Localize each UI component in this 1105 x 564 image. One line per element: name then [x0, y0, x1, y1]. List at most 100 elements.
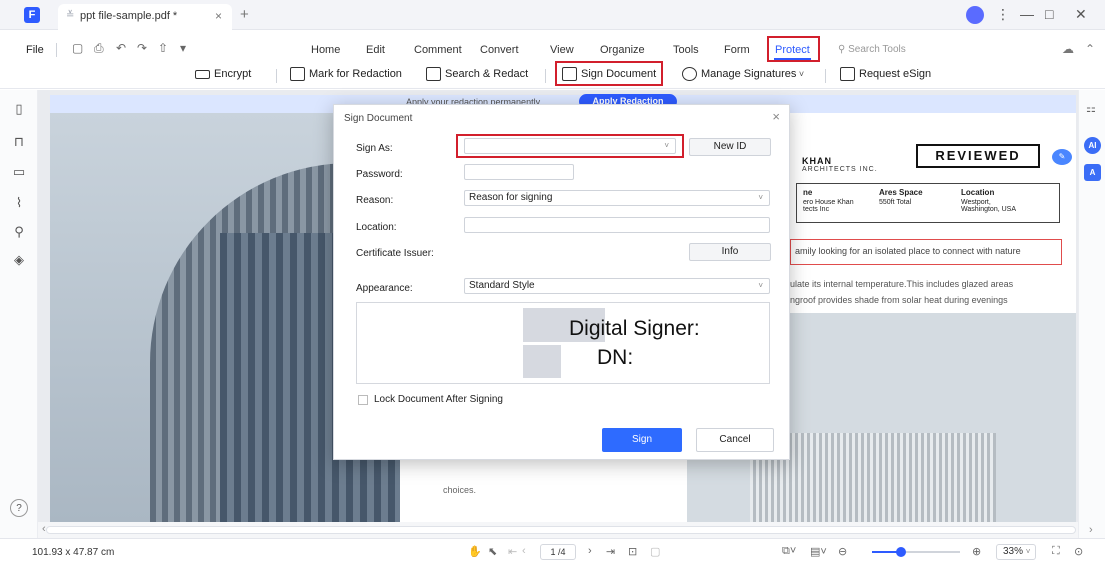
document-tab[interactable]: ≚ ppt file-sample.pdf * ×: [58, 4, 232, 30]
layers-icon[interactable]: ◈: [10, 251, 28, 269]
next-page-icon[interactable]: ›: [588, 545, 592, 557]
attachment-icon[interactable]: ⌇: [10, 194, 28, 212]
search-icon[interactable]: ⚲: [10, 223, 28, 241]
first-page-icon[interactable]: ⇤: [508, 545, 517, 558]
help-icon[interactable]: ?: [10, 499, 28, 517]
file-menu[interactable]: File: [26, 44, 44, 56]
print-icon[interactable]: ⎙: [94, 41, 104, 56]
mark-for-redaction-button[interactable]: Mark for Redaction: [290, 63, 402, 87]
info-col-area: Ares Space 550ft Total: [879, 188, 923, 206]
body-text-line: ngroof provides shade from solar heat du…: [790, 295, 1008, 305]
info-col-name: ne ero House Khan tects Inc: [803, 188, 854, 213]
tab-comment[interactable]: Comment: [414, 44, 462, 56]
tab-view[interactable]: View: [550, 44, 574, 56]
more-options-icon[interactable]: ⋮: [996, 6, 1010, 23]
title-bar: F ≚ ppt file-sample.pdf * × + ⋮ — □ ✕: [0, 0, 1105, 30]
tab-edit[interactable]: Edit: [366, 44, 385, 56]
tab-home[interactable]: Home: [311, 44, 340, 56]
view-mode-icon[interactable]: ▤˅: [810, 545, 827, 558]
appearance-select[interactable]: Standard Style ˅: [464, 278, 770, 294]
fit-width-icon[interactable]: ▢: [650, 545, 660, 558]
app-window: F ≚ ppt file-sample.pdf * × + ⋮ — □ ✕ Fi…: [0, 0, 1105, 564]
comment-icon[interactable]: ▭: [10, 163, 28, 181]
preview-signer-text: Digital Signer:: [569, 317, 700, 340]
account-avatar[interactable]: [966, 6, 984, 24]
tab-close-icon[interactable]: ×: [215, 9, 222, 23]
request-esign-button[interactable]: Request eSign: [840, 63, 931, 87]
search-redact-label: Search & Redact: [445, 68, 529, 80]
info-button[interactable]: Info: [689, 243, 771, 261]
share-icon[interactable]: ⇧: [158, 41, 168, 55]
translate-icon[interactable]: A: [1084, 164, 1101, 181]
undo-icon[interactable]: ↶: [116, 41, 126, 55]
last-page-icon[interactable]: ⇥: [606, 545, 615, 558]
properties-icon[interactable]: ⚏: [1086, 102, 1096, 115]
horizontal-scrollbar[interactable]: ‹: [38, 522, 1078, 538]
maximize-icon[interactable]: □: [1045, 6, 1053, 22]
new-id-button[interactable]: New ID: [689, 138, 771, 156]
encrypt-button[interactable]: Encrypt: [195, 63, 251, 87]
search-redact-button[interactable]: Search & Redact: [426, 63, 528, 87]
page-dimensions: 101.93 x 47.87 cm: [32, 547, 115, 558]
select-tool-icon[interactable]: ⬉: [488, 545, 497, 558]
toolbar-divider: [825, 69, 826, 83]
reason-label: Reason:: [356, 195, 394, 206]
tab-organize[interactable]: Organize: [600, 44, 645, 56]
location-field[interactable]: [464, 217, 770, 233]
right-sidebar: ⚏ AI A: [1078, 90, 1105, 538]
zoom-level-value: 33%: [1003, 546, 1024, 557]
pin-icon: ≚: [66, 10, 75, 21]
zoom-slider-knob[interactable]: [896, 547, 906, 557]
password-field[interactable]: [464, 164, 574, 180]
search-tools-label: Search Tools: [848, 44, 906, 55]
tab-convert[interactable]: Convert: [480, 44, 519, 56]
search-tools-field[interactable]: ⚲ Search Tools: [838, 44, 906, 55]
search-redact-icon: [426, 67, 441, 82]
chevron-down-icon: ˅: [758, 281, 763, 290]
new-tab-icon[interactable]: +: [240, 6, 249, 23]
open-folder-icon[interactable]: ▢: [72, 41, 83, 55]
page-layout-icon[interactable]: ⧉˅: [782, 545, 796, 558]
tab-form[interactable]: Form: [724, 44, 750, 56]
location-label: Location:: [356, 222, 397, 233]
fullscreen-icon[interactable]: ⛶: [1052, 545, 1060, 558]
lock-document-checkbox[interactable]: [358, 395, 368, 405]
ai-assistant-icon[interactable]: AI: [1084, 137, 1101, 154]
status-bar: 101.93 x 47.87 cm ✋ ⬉ ⇤ ‹ 1 /4 › ⇥ ⊡ ▢ ⧉…: [0, 538, 1105, 564]
prev-page-icon[interactable]: ‹: [522, 545, 526, 557]
tab-tools[interactable]: Tools: [673, 44, 699, 56]
screen-reader-icon[interactable]: ⊙: [1074, 545, 1083, 558]
cloud-icon[interactable]: ☁: [1062, 42, 1074, 56]
minimize-icon[interactable]: —: [1020, 6, 1034, 22]
manage-signatures-icon: [682, 67, 697, 82]
sign-document-highlight: [555, 61, 663, 86]
cancel-button[interactable]: Cancel: [696, 428, 774, 452]
highlighted-quote[interactable]: amily looking for an isolated place to c…: [790, 239, 1062, 265]
zoom-in-icon[interactable]: ⊕: [972, 545, 981, 558]
collapse-ribbon-icon[interactable]: ⌃: [1085, 42, 1095, 56]
fit-page-icon[interactable]: ⊡: [628, 545, 637, 558]
page-thumbnail-icon[interactable]: ▯: [10, 100, 28, 118]
protect-toolbar: Encrypt Mark for Redaction Search & Reda…: [0, 63, 1105, 89]
dialog-close-icon[interactable]: ×: [772, 109, 780, 124]
scrollbar-thumb[interactable]: [46, 526, 1076, 534]
zoom-level-select[interactable]: 33% ˅: [996, 544, 1036, 560]
bookmark-icon[interactable]: ⊓: [10, 133, 28, 151]
menu-divider: [56, 43, 57, 57]
comment-bubble-icon[interactable]: ✎: [1052, 149, 1072, 165]
reason-value: Reason for signing: [469, 192, 553, 203]
app-logo-icon: F: [24, 7, 40, 23]
page-number-field[interactable]: 1 /4: [540, 544, 576, 560]
redo-icon[interactable]: ↷: [137, 41, 147, 55]
hand-tool-icon[interactable]: ✋: [468, 545, 482, 558]
reviewed-stamp[interactable]: REVIEWED: [916, 144, 1040, 168]
scroll-right-icon[interactable]: ›: [1089, 524, 1093, 536]
close-window-icon[interactable]: ✕: [1075, 6, 1087, 23]
appearance-label: Appearance:: [356, 283, 413, 294]
reason-select[interactable]: Reason for signing ˅: [464, 190, 770, 206]
chevron-down-icon: ˅: [1025, 547, 1031, 556]
quick-access-dropdown-icon[interactable]: ▾: [180, 41, 186, 55]
zoom-out-icon[interactable]: ⊖: [838, 545, 847, 558]
manage-signatures-button[interactable]: Manage Signatures ˅: [682, 63, 804, 87]
sign-button[interactable]: Sign: [602, 428, 682, 452]
